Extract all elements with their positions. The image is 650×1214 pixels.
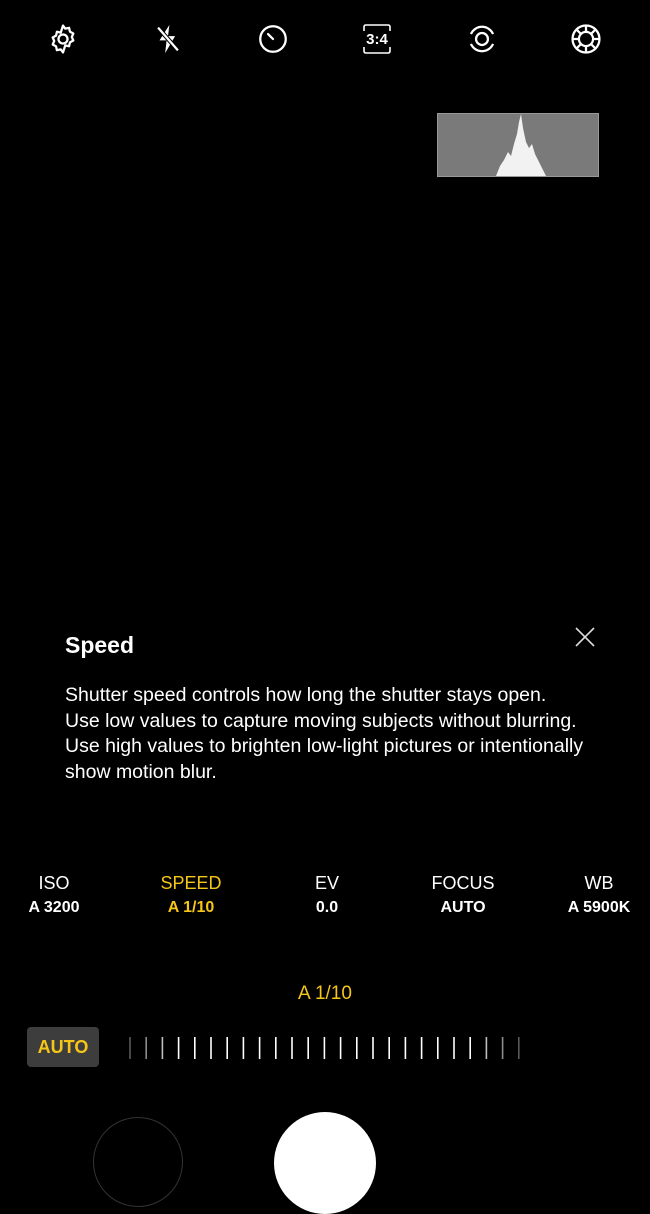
shutter-button[interactable] — [274, 1112, 376, 1214]
speed-tooltip: Speed Shutter speed controls how long th… — [45, 612, 615, 792]
param-label: ISO — [38, 873, 70, 893]
param-wb[interactable]: WB A 5900K — [531, 870, 650, 920]
param-label: WB — [584, 873, 614, 893]
pro-parameters: ISO A 3200 SPEED A 1/10 EV 0.0 FOCUS AUT… — [0, 870, 650, 926]
current-speed-value: A 1/10 — [298, 983, 352, 1004]
param-ev[interactable]: EV 0.0 — [259, 870, 395, 920]
param-iso[interactable]: ISO A 3200 — [0, 870, 122, 920]
param-value: 0.0 — [315, 899, 339, 916]
param-value: A 5900K — [567, 899, 631, 916]
param-label: EV — [314, 873, 339, 893]
tooltip-body: Shutter speed controls how long the shut… — [65, 684, 584, 783]
gear-icon[interactable] — [42, 18, 84, 60]
param-label: FOCUS — [431, 873, 495, 893]
close-icon[interactable] — [570, 622, 600, 652]
aspect-ratio-icon[interactable]: 3:4 — [356, 18, 398, 60]
timer-icon[interactable] — [252, 18, 294, 60]
aspect-ratio-label: 3:4 — [366, 31, 388, 48]
param-speed[interactable]: SPEED A 1/10 — [123, 870, 259, 920]
motion-photo-icon[interactable] — [461, 18, 503, 60]
histogram — [437, 113, 599, 177]
speed-slider[interactable] — [128, 1035, 528, 1061]
filter-icon[interactable] — [565, 18, 607, 60]
param-value: A 1/10 — [167, 899, 215, 916]
param-focus[interactable]: FOCUS AUTO — [395, 870, 531, 920]
auto-button[interactable]: AUTO — [27, 1027, 99, 1067]
histogram-graph — [496, 114, 546, 176]
gallery-thumbnail[interactable] — [93, 1117, 183, 1207]
param-label: SPEED — [160, 873, 222, 893]
param-value: AUTO — [440, 899, 486, 916]
top-toolbar: 3:4 — [0, 0, 650, 80]
param-value: A 3200 — [28, 899, 80, 916]
tooltip-title: Speed — [65, 632, 135, 658]
flash-off-icon[interactable] — [147, 18, 189, 60]
